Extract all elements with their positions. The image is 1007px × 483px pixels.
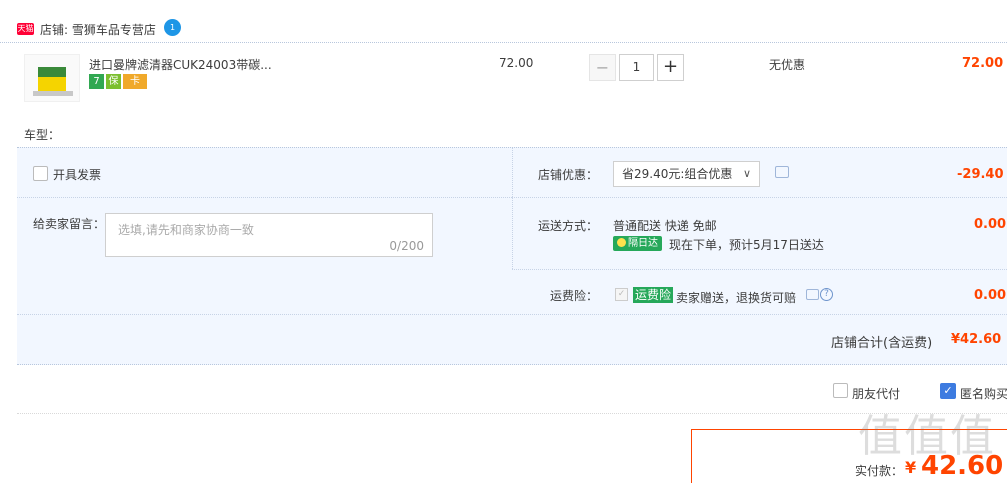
insurance-checkbox: ✓ — [615, 288, 628, 301]
invoice-checkbox[interactable] — [33, 166, 48, 181]
shipping-label: 运送方式： — [538, 219, 599, 233]
message-icon[interactable] — [806, 289, 819, 300]
shop-subtotal-amount: ¥42.60 — [951, 332, 1002, 347]
shop-header: 天猫 店铺: 雪狮车品专营店 1 — [0, 14, 1007, 43]
shop-promo-selected: 省29.40元:组合优惠 — [622, 167, 733, 181]
chat-icon[interactable]: 1 — [164, 19, 181, 36]
item-line-total: 72.00 — [962, 56, 1004, 71]
help-icon[interactable]: ? — [820, 288, 833, 301]
quantity-input[interactable]: 1 — [619, 54, 654, 81]
shipping-amount: 0.00 — [974, 217, 1007, 232]
quantity-decrease-button[interactable]: − — [589, 54, 616, 81]
seller-note-input[interactable]: 选填,请先和商家协商一致 0/200 — [105, 213, 433, 257]
car-model-label: 车型： — [24, 128, 61, 142]
item-discount-text: 无优惠 — [769, 58, 806, 72]
quantity-increase-button[interactable]: + — [657, 54, 684, 81]
shop-promo-label: 店铺优惠： — [538, 168, 599, 182]
product-title-link[interactable]: 进口曼牌滤清器CUK24003带碳... — [89, 56, 272, 73]
insurance-description: 卖家赠送，退换货可赔 — [676, 291, 797, 305]
seller-note-placeholder: 选填,请先和商家协商一致 — [118, 223, 254, 237]
insurance-badge: 运费险 — [633, 287, 674, 303]
insurance-amount: 0.00 — [974, 288, 1007, 303]
friend-pay-checkbox[interactable] — [833, 383, 848, 398]
credit-card-icon[interactable]: 卡 — [123, 74, 147, 89]
lightning-icon — [617, 238, 626, 247]
anonymous-purchase-checkbox[interactable]: ✓ — [940, 383, 956, 399]
payment-currency: ¥ — [905, 458, 917, 477]
chevron-down-icon: ∨ — [742, 167, 751, 180]
guarantee-icon[interactable]: 保 — [106, 74, 121, 89]
invoice-label[interactable]: 开具发票 — [53, 166, 101, 183]
shop-name-link[interactable]: 店铺: 雪狮车品专营店 — [40, 21, 156, 38]
message-icon[interactable] — [775, 166, 789, 178]
friend-pay-label[interactable]: 朋友代付 — [852, 385, 900, 402]
product-thumbnail[interactable] — [24, 54, 80, 102]
next-day-badge: 隔日达 — [613, 236, 662, 251]
tmall-logo: 天猫 — [17, 23, 34, 35]
payment-label: 实付款： — [855, 464, 904, 478]
insurance-label: 运费险： — [550, 289, 599, 303]
shipping-method: 普通配送 快递 免邮 — [613, 219, 717, 233]
shop-promo-select[interactable]: 省29.40元:组合优惠 ∨ — [613, 161, 760, 187]
anonymous-purchase-label[interactable]: 匿名购买 — [960, 385, 1007, 402]
shipping-eta: 现在下单，预计5月17日送达 — [669, 238, 824, 252]
seven-day-return-icon[interactable]: 7 — [89, 74, 104, 89]
seller-note-label: 给卖家留言： — [33, 217, 106, 231]
divider — [17, 413, 1007, 414]
service-icons: 7 保 卡 — [89, 74, 147, 89]
seller-note-counter: 0/200 — [389, 239, 424, 253]
shop-subtotal-label: 店铺合计(含运费) — [831, 336, 933, 351]
unit-price: 72.00 — [499, 56, 534, 70]
shop-promo-amount: -29.40 — [957, 167, 1004, 182]
payment-amount: 42.60 — [921, 451, 1004, 481]
